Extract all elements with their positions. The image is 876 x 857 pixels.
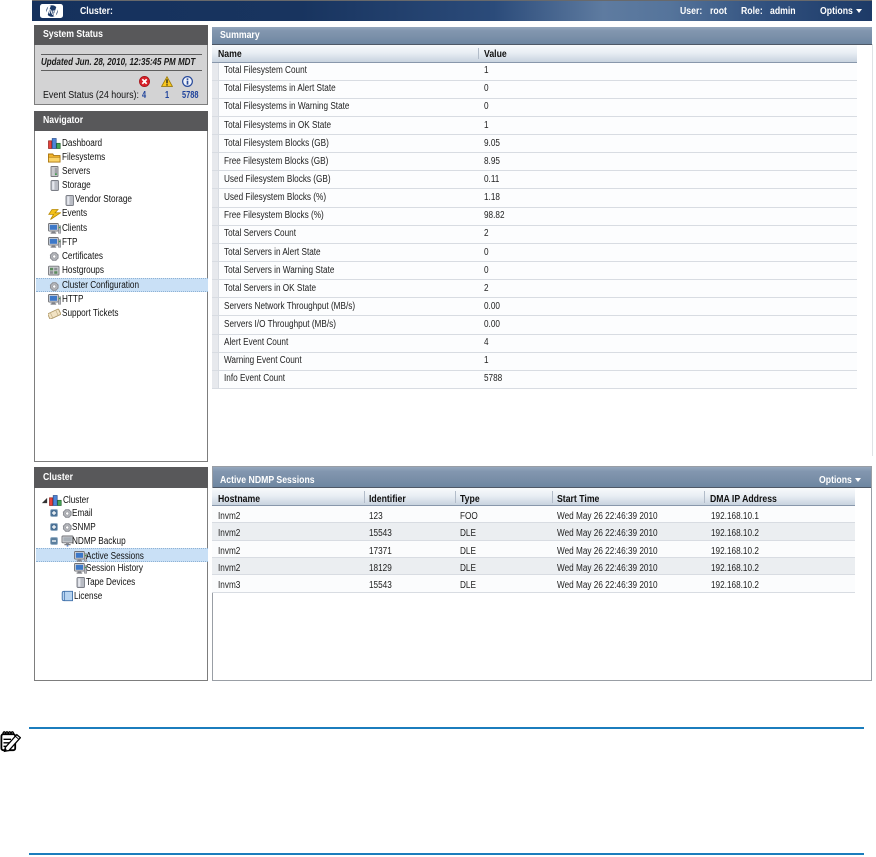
svg-text:hp: hp (48, 8, 56, 15)
